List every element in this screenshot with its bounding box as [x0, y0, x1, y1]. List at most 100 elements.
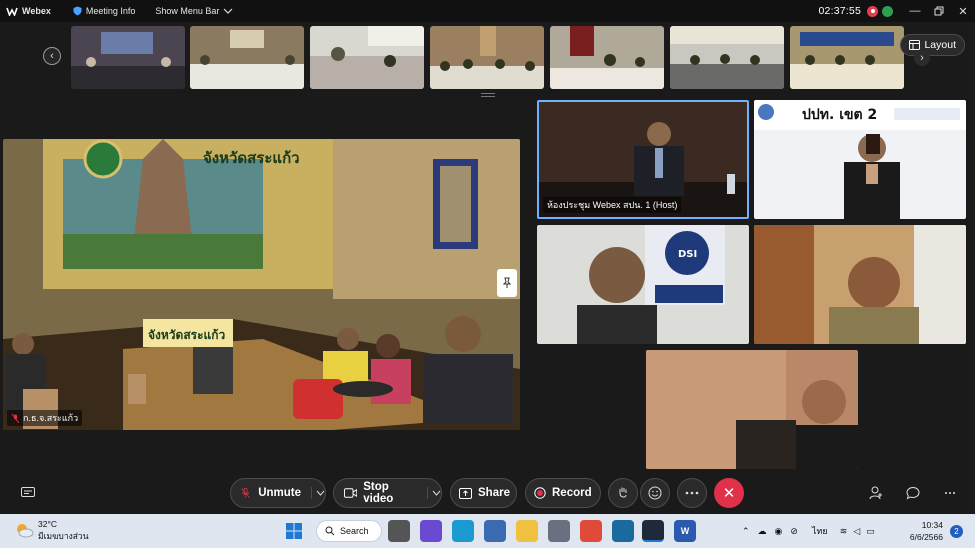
participant-video: ปปท. เขต 2: [754, 100, 966, 219]
app-name: Webex: [22, 6, 51, 16]
main-video: จังหวัดสระแก้ว จังหวัดสระแก้ว: [3, 139, 520, 430]
participant-video: [754, 225, 966, 344]
onedrive-icon[interactable]: ☁: [758, 526, 767, 537]
host-name-tag: ห้องประชุม Webex สปน. 1 (Host): [543, 197, 682, 213]
show-menu-bar-label: Show Menu Bar: [155, 6, 220, 16]
chat-panel-button[interactable]: [18, 483, 38, 503]
teams-icon[interactable]: [420, 520, 442, 542]
more-panels-button[interactable]: [940, 483, 960, 503]
layout-button[interactable]: Layout: [900, 34, 965, 56]
leave-meeting-button[interactable]: ✕: [714, 478, 744, 508]
restore-button[interactable]: [927, 0, 951, 22]
participant-thumbnail[interactable]: [71, 26, 185, 89]
edge-icon[interactable]: [452, 520, 474, 542]
captions-icon: [21, 487, 35, 497]
recording-indicator-icon[interactable]: [867, 5, 878, 17]
weather-description: มีเมฆบางส่วน: [38, 531, 89, 541]
chat-icon: [906, 486, 920, 500]
participant-video-tile[interactable]: ปปท. เขต 2: [754, 100, 966, 219]
store-icon[interactable]: [484, 520, 506, 542]
participant-video: [646, 350, 858, 469]
share-screen-icon: [459, 487, 472, 499]
clock-date: 6/6/2566: [909, 532, 943, 542]
record-button[interactable]: Record: [525, 478, 601, 508]
host-name: ห้องประชุม Webex สปน. 1 (Host): [547, 200, 678, 210]
banner-text: ปปท. เขต 2: [802, 107, 877, 123]
thumbnail-video: [310, 26, 424, 89]
participant-video: DSI: [537, 225, 749, 344]
participant-video-tile[interactable]: [646, 350, 858, 469]
word-icon[interactable]: W: [674, 520, 696, 542]
meeting-info-button[interactable]: Meeting Info: [73, 6, 136, 16]
participant-video-tile[interactable]: DSI: [537, 225, 749, 344]
thumbnail-video: [430, 26, 544, 89]
weather-sun-icon: [17, 524, 34, 538]
participant-thumbnail[interactable]: [190, 26, 304, 89]
participants-panel-button[interactable]: [866, 483, 886, 503]
mic-muted-icon: [241, 488, 250, 498]
participant-thumbnail[interactable]: [430, 26, 544, 89]
file-explorer-icon[interactable]: [516, 520, 538, 542]
pin-video-button[interactable]: [497, 269, 517, 297]
share-button[interactable]: Share: [450, 478, 517, 508]
stop-video-label: Stop video: [363, 481, 394, 505]
more-options-button[interactable]: [677, 478, 707, 508]
media-player-icon[interactable]: [612, 520, 634, 542]
meet-icon[interactable]: ◉: [775, 526, 783, 537]
participant-thumbnail[interactable]: [670, 26, 784, 89]
task-view-icon[interactable]: [388, 520, 410, 542]
share-indicator-icon[interactable]: [882, 5, 893, 17]
filmstrip-prev-button[interactable]: ‹: [43, 47, 61, 65]
host-video-tile[interactable]: ห้องประชุม Webex สปน. 1 (Host): [537, 100, 749, 219]
resize-handle[interactable]: [481, 93, 495, 97]
restore-icon: [934, 6, 944, 16]
chevron-up-icon[interactable]: ⌃: [742, 526, 750, 537]
language-indicator[interactable]: ไทย: [812, 524, 828, 538]
more-icon: [685, 491, 699, 495]
table-sign-text: จังหวัดสระแก้ว: [148, 328, 226, 342]
chrome-icon[interactable]: [580, 520, 602, 542]
meeting-info-label: Meeting Info: [85, 6, 136, 16]
video-options-dropdown[interactable]: [427, 487, 441, 499]
audio-options-dropdown[interactable]: [311, 487, 325, 499]
taskbar-search[interactable]: Search: [316, 520, 382, 542]
thumbnail-video: [550, 26, 664, 89]
filmstrip-next-button[interactable]: ›: [914, 50, 930, 66]
settings-icon[interactable]: [548, 520, 570, 542]
raise-hand-button[interactable]: [608, 478, 638, 508]
pin-icon: [503, 277, 511, 288]
thumbnail-video: [790, 26, 904, 89]
stop-video-button[interactable]: Stop video: [333, 478, 442, 508]
participant-thumbnail[interactable]: [790, 26, 904, 89]
clock-time: 10:34: [921, 520, 943, 530]
mic-muted-icon[interactable]: ⊘: [790, 526, 798, 537]
close-window-button[interactable]: ✕: [951, 0, 975, 22]
layout-icon: [909, 40, 921, 50]
participant-name-tag: ก.ธ.จ.สระแก้ว: [7, 410, 83, 426]
webex-taskbar-icon[interactable]: [642, 520, 664, 542]
chat-button[interactable]: [903, 483, 923, 503]
volume-muted-icon[interactable]: ◁: [853, 526, 860, 537]
participant-thumbnail[interactable]: [550, 26, 664, 89]
weather-widget[interactable]: 32°C มีเมฆบางส่วน: [14, 518, 89, 542]
shield-icon: [73, 6, 82, 16]
unmute-button[interactable]: Unmute: [230, 478, 326, 508]
temperature: 32°C: [38, 519, 57, 529]
webex-logo-icon: [6, 7, 18, 16]
start-button[interactable]: [283, 520, 305, 542]
participant-thumbnail[interactable]: [310, 26, 424, 89]
close-icon: ✕: [722, 485, 736, 502]
show-menu-bar-button[interactable]: Show Menu Bar: [155, 6, 237, 16]
meeting-control-bar: Unmute Stop video Share Record ✕: [0, 475, 975, 511]
layout-label: Layout: [924, 39, 956, 51]
wifi-icon[interactable]: ≋: [840, 526, 848, 537]
system-clock[interactable]: 10:34 6/6/2566: [910, 519, 943, 543]
main-video-tile[interactable]: จังหวัดสระแก้ว จังหวัดสระแก้ว ก.ธ.จ.สระแ…: [3, 139, 520, 430]
reactions-button[interactable]: [640, 478, 670, 508]
minimize-button[interactable]: —: [903, 0, 927, 22]
battery-icon[interactable]: ▭: [866, 526, 875, 537]
participant-video-tile[interactable]: [754, 225, 966, 344]
notification-badge[interactable]: 2: [950, 525, 963, 538]
search-label: Search: [340, 526, 369, 536]
video-camera-icon: [344, 488, 358, 498]
